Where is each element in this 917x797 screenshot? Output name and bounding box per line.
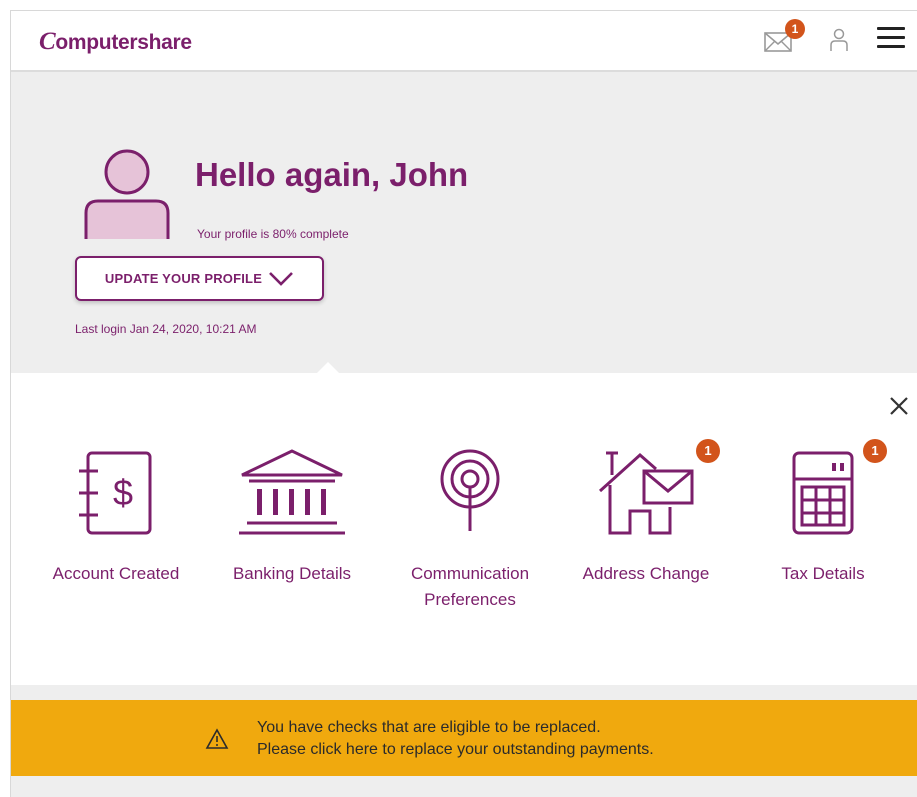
close-icon[interactable]	[888, 395, 910, 417]
computershare-logo[interactable]: Computershare	[39, 28, 192, 56]
update-profile-button[interactable]: UPDATE YOUR PROFILE	[75, 256, 324, 301]
alert-message: You have checks that are eligible to be …	[257, 717, 654, 761]
tax-details-badge: 1	[863, 439, 887, 463]
svg-text:$: $	[113, 472, 133, 513]
profile-completion-text: Your profile is 80% complete	[197, 227, 349, 241]
warning-triangle-icon	[205, 728, 229, 749]
mail-notification-badge: 1	[785, 19, 805, 39]
tile-banking-details[interactable]: Banking Details	[207, 441, 377, 587]
hamburger-menu-icon[interactable]	[877, 27, 905, 51]
tile-label: Communication Preferences	[385, 561, 555, 613]
chevron-down-icon	[269, 271, 293, 286]
account-document-dollar-icon: $	[79, 451, 152, 535]
app-frame: Computershare 1 Hello again, John Your p…	[10, 10, 917, 797]
update-profile-label: UPDATE YOUR PROFILE	[104, 271, 263, 286]
tile-label: Account Created	[52, 564, 180, 583]
logo-text: omputershare	[55, 31, 192, 54]
calculator-icon	[792, 451, 854, 535]
alert-line-2: Please click here to replace your outsta…	[257, 741, 654, 758]
tile-label: Banking Details	[232, 564, 352, 583]
alert-line-1: You have checks that are eligible to be …	[257, 719, 601, 736]
last-login-text: Last login Jan 24, 2020, 10:21 AM	[75, 322, 257, 336]
bank-icon	[239, 449, 345, 535]
tile-label: Tax Details	[781, 564, 865, 583]
profile-avatar-icon	[84, 149, 170, 239]
tile-account-created[interactable]: $ Account Created	[31, 441, 201, 587]
greeting-heading: Hello again, John	[195, 156, 469, 193]
house-envelope-icon	[598, 451, 694, 535]
broadcast-antenna-icon	[440, 449, 500, 531]
logo-initial: C	[39, 28, 56, 55]
address-change-badge: 1	[696, 439, 720, 463]
tile-label: Address Change	[582, 564, 710, 583]
user-account-icon[interactable]	[829, 27, 849, 53]
tile-label-line1: Communication	[410, 564, 530, 583]
tile-label-line2: Preferences	[424, 590, 516, 609]
top-header: Computershare 1	[11, 11, 917, 72]
tile-tax-details[interactable]: Tax Details	[738, 441, 908, 587]
tile-communication-preferences[interactable]: Communication Preferences	[385, 441, 555, 613]
replace-checks-alert[interactable]: You have checks that are eligible to be …	[11, 700, 917, 776]
